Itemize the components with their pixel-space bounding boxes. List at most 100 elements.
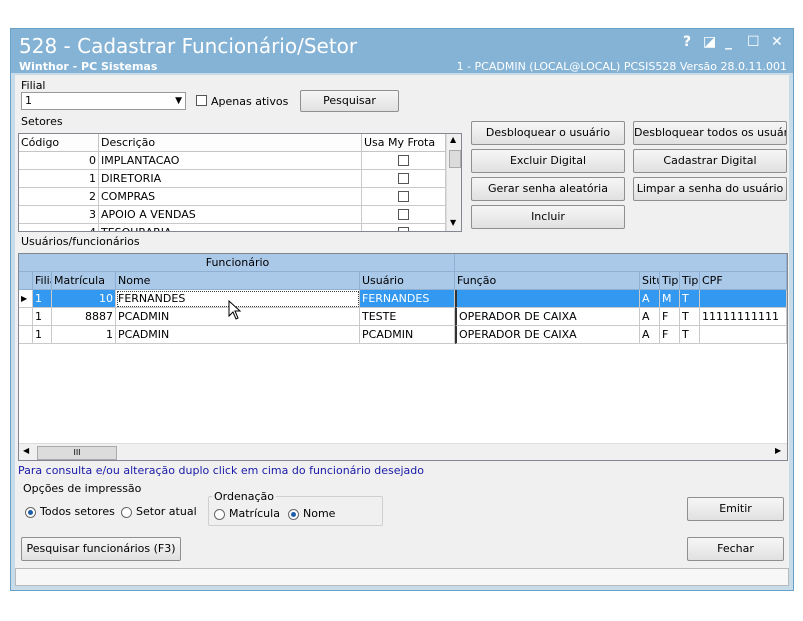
- client-area: Filial 1 ▼ Apenas ativos Pesquisar Setor…: [15, 75, 789, 586]
- setor-my-frota: [362, 170, 446, 188]
- col-cpf[interactable]: CPF: [700, 272, 787, 290]
- cell-filial[interactable]: 1: [33, 326, 52, 344]
- usuarios-grid: Funcionário Filia Matrícula Nome Usuário…: [18, 253, 788, 461]
- col-usuario[interactable]: Usuário: [360, 272, 455, 290]
- cell-usuario[interactable]: FERNANDES: [360, 290, 455, 308]
- col-codigo[interactable]: Código: [19, 134, 99, 152]
- col-situacao[interactable]: Situ: [640, 272, 660, 290]
- setor-descricao[interactable]: COMPRAS: [99, 188, 362, 206]
- help-icon[interactable]: ?: [683, 34, 691, 50]
- usa-my-frota-checkbox[interactable]: [398, 173, 409, 184]
- usuarios-hscrollbar[interactable]: ◀ III ▶: [19, 443, 787, 460]
- setor-my-frota: [362, 206, 446, 224]
- cell-tipo-2[interactable]: T: [680, 326, 700, 344]
- matricula-label: Matrícula: [229, 507, 280, 520]
- setor-codigo[interactable]: 3: [19, 206, 99, 224]
- setor-my-frota: [362, 188, 446, 206]
- usa-my-frota-checkbox[interactable]: [398, 227, 409, 231]
- cell-matricula[interactable]: 8887: [52, 308, 116, 326]
- setor-codigo[interactable]: 4: [19, 224, 99, 231]
- cell-situacao[interactable]: A: [640, 308, 660, 326]
- cell-filial[interactable]: 1: [33, 290, 52, 308]
- cell-cpf[interactable]: [700, 290, 787, 308]
- matricula-radio[interactable]: [214, 509, 225, 520]
- chevron-right-icon[interactable]: ▶: [775, 446, 781, 455]
- apenas-ativos-checkbox[interactable]: [196, 95, 207, 106]
- hint-text: Para consulta e/ou alteração duplo click…: [18, 464, 424, 477]
- chevron-down-icon[interactable]: ▼: [450, 218, 456, 227]
- col-matricula[interactable]: Matrícula: [52, 272, 116, 290]
- nome-radio[interactable]: [288, 509, 299, 520]
- chevron-down-icon: ▼: [175, 96, 182, 106]
- cell-usuario[interactable]: PCADMIN: [360, 326, 455, 344]
- cell-tipo-2[interactable]: T: [680, 308, 700, 326]
- restore-icon[interactable]: ◪: [703, 34, 716, 50]
- cell-matricula[interactable]: 1: [52, 326, 116, 344]
- cell-matricula[interactable]: 10: [52, 290, 116, 308]
- cell-tipo-1[interactable]: M: [660, 290, 680, 308]
- fechar-button[interactable]: Fechar: [687, 537, 784, 561]
- setor-my-frota: [362, 152, 446, 170]
- setores-label: Setores: [21, 115, 63, 128]
- col-nome[interactable]: Nome: [116, 272, 360, 290]
- setor-codigo[interactable]: 1: [19, 170, 99, 188]
- setor-descricao[interactable]: IMPLANTACAO: [99, 152, 362, 170]
- cell-funcao[interactable]: [455, 290, 640, 308]
- col-descricao[interactable]: Descrição: [99, 134, 362, 152]
- incluir-button[interactable]: Incluir: [471, 205, 625, 229]
- cell-nome[interactable]: PCADMIN: [116, 326, 360, 344]
- cell-funcao[interactable]: OPERADOR DE CAIXA: [455, 308, 640, 326]
- title-bar[interactable]: 528 - Cadastrar Funcionário/Setor Wintho…: [11, 29, 793, 73]
- row-indicator-header: [19, 272, 33, 290]
- col-funcao[interactable]: Função: [455, 272, 640, 290]
- pesquisar-button[interactable]: Pesquisar: [300, 90, 399, 112]
- scroll-thumb[interactable]: [449, 150, 461, 168]
- setor-atual-radio[interactable]: [121, 507, 132, 518]
- filial-value: 1: [25, 94, 32, 107]
- usa-my-frota-checkbox[interactable]: [398, 191, 409, 202]
- ordenacao-label: Ordenação: [212, 490, 276, 503]
- usa-my-frota-checkbox[interactable]: [398, 209, 409, 220]
- emitir-button[interactable]: Emitir: [687, 497, 784, 521]
- todos-setores-radio[interactable]: [25, 507, 36, 518]
- cell-usuario[interactable]: TESTE: [360, 308, 455, 326]
- setor-descricao[interactable]: APOIO A VENDAS: [99, 206, 362, 224]
- cell-tipo-1[interactable]: F: [660, 308, 680, 326]
- hscroll-thumb[interactable]: III: [37, 446, 117, 460]
- usa-my-frota-checkbox[interactable]: [398, 155, 409, 166]
- col-tipo-2[interactable]: Tip: [680, 272, 700, 290]
- maximize-icon[interactable]: ☐: [747, 34, 760, 50]
- desbloquear-todos-button[interactable]: Desbloquear todos os usuários: [633, 121, 787, 145]
- impressao-label: Opções de impressão: [21, 482, 144, 495]
- col-filial[interactable]: Filia: [33, 272, 52, 290]
- pesquisar-funcionarios-button[interactable]: Pesquisar funcionários (F3): [21, 537, 181, 561]
- setor-codigo[interactable]: 2: [19, 188, 99, 206]
- window-subtitle: Winthor - PC Sistemas: [19, 60, 158, 73]
- limpar-senha-button[interactable]: Limpar a senha do usuário: [633, 177, 787, 201]
- cadastrar-digital-button[interactable]: Cadastrar Digital: [633, 149, 787, 173]
- chevron-left-icon[interactable]: ◀: [23, 446, 29, 455]
- setor-descricao[interactable]: DIRETORIA: [99, 170, 362, 188]
- desbloquear-usuario-button[interactable]: Desbloquear o usuário: [471, 121, 625, 145]
- excluir-digital-button[interactable]: Excluir Digital: [471, 149, 625, 173]
- setor-codigo[interactable]: 0: [19, 152, 99, 170]
- minimize-icon[interactable]: _: [725, 34, 732, 50]
- setores-scrollbar[interactable]: ▲ ▼: [446, 134, 461, 231]
- cell-situacao[interactable]: A: [640, 290, 660, 308]
- cell-filial[interactable]: 1: [33, 308, 52, 326]
- filial-select[interactable]: 1 ▼: [21, 92, 186, 110]
- col-tipo-1[interactable]: Tip: [660, 272, 680, 290]
- col-usa-my-frota[interactable]: Usa My Frota: [362, 134, 446, 152]
- cell-tipo-2[interactable]: T: [680, 290, 700, 308]
- setor-descricao[interactable]: TESOURARIA: [99, 224, 362, 231]
- cell-cpf[interactable]: 11111111111: [700, 308, 787, 326]
- group-header-blank: [455, 254, 787, 272]
- cell-tipo-1[interactable]: F: [660, 326, 680, 344]
- gerar-senha-button[interactable]: Gerar senha aleatória: [471, 177, 625, 201]
- row-indicator: [19, 326, 33, 344]
- chevron-up-icon[interactable]: ▲: [450, 135, 456, 144]
- cell-funcao[interactable]: OPERADOR DE CAIXA: [455, 326, 640, 344]
- close-icon[interactable]: ✕: [771, 34, 783, 50]
- cell-cpf[interactable]: [700, 326, 787, 344]
- cell-situacao[interactable]: A: [640, 326, 660, 344]
